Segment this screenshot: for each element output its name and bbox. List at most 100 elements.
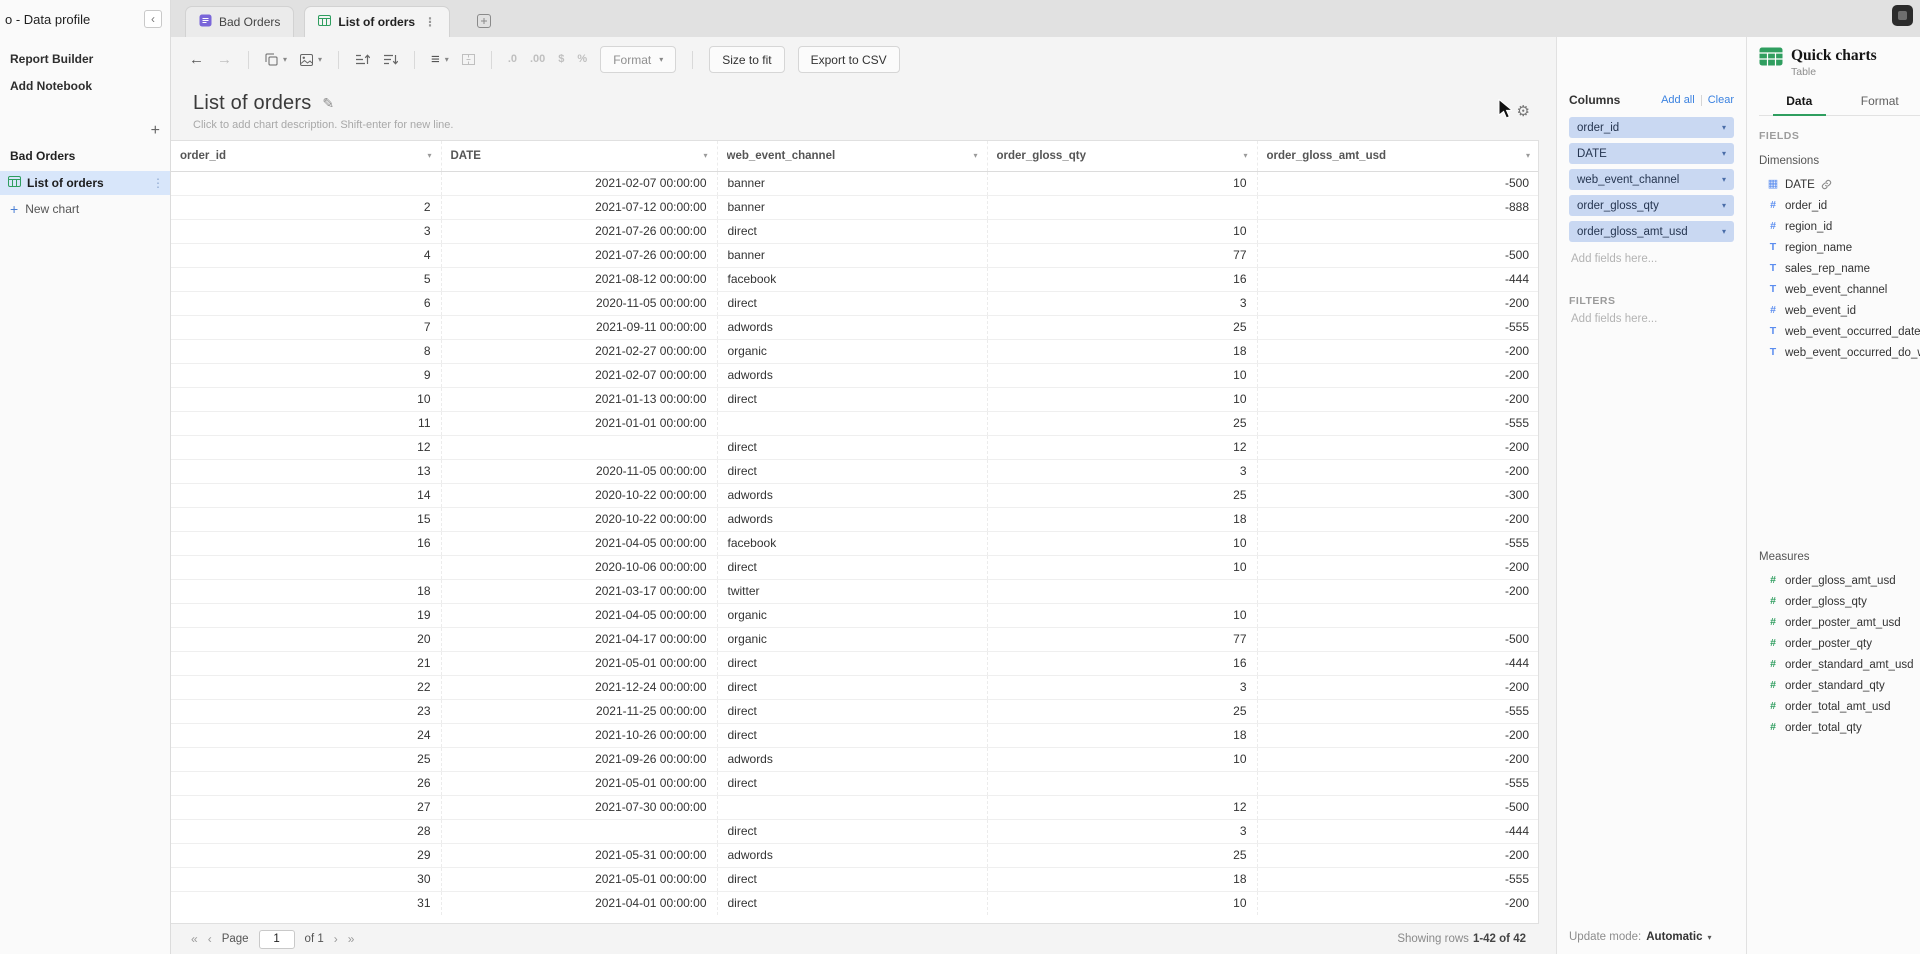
column-pill[interactable]: web_event_channel ▾ (1569, 169, 1734, 190)
prev-page-button[interactable]: ‹ (208, 932, 212, 946)
cell-date[interactable]: 2021-08-12 00:00:00 (441, 267, 717, 291)
table-row[interactable]: 28 direct 3 -444 (171, 819, 1539, 843)
cell-order-id[interactable] (171, 171, 441, 195)
add-page-button[interactable]: + (151, 123, 160, 139)
table-row[interactable]: 23 2021-11-25 00:00:00 direct 25 -555 (171, 699, 1539, 723)
cell-date[interactable]: 2021-01-13 00:00:00 (441, 387, 717, 411)
cell-web-event-channel[interactable]: direct (717, 555, 987, 579)
element-description-placeholder[interactable]: Click to add chart description. Shift-en… (193, 119, 1556, 131)
cell-date[interactable]: 2020-10-22 00:00:00 (441, 483, 717, 507)
cell-order-gloss-qty[interactable]: 10 (987, 747, 1257, 771)
table-row[interactable]: 12 direct 12 -200 (171, 435, 1539, 459)
cell-date[interactable]: 2021-05-01 00:00:00 (441, 867, 717, 891)
cell-order-id[interactable]: 26 (171, 771, 441, 795)
next-page-button[interactable]: › (334, 932, 338, 946)
cell-web-event-channel[interactable]: direct (717, 891, 987, 915)
cell-order-id[interactable]: 5 (171, 267, 441, 291)
cell-web-event-channel[interactable]: direct (717, 675, 987, 699)
tab-menu-icon[interactable]: ⋮ (424, 15, 436, 29)
cell-web-event-channel[interactable]: direct (717, 387, 987, 411)
table-row[interactable]: 31 2021-04-01 00:00:00 direct 10 -200 (171, 891, 1539, 915)
cell-order-gloss-qty[interactable]: 18 (987, 867, 1257, 891)
cell-web-event-channel[interactable]: direct (717, 219, 987, 243)
cell-order-id[interactable]: 10 (171, 387, 441, 411)
column-pill[interactable]: order_gloss_amt_usd ▾ (1569, 221, 1734, 242)
update-mode-dropdown[interactable]: Automatic (1646, 931, 1702, 943)
cell-order-id[interactable]: 22 (171, 675, 441, 699)
decrease-decimal-button[interactable]: .0 (508, 54, 517, 65)
add-all-link[interactable]: Add all (1661, 94, 1695, 106)
column-menu-caret-icon[interactable]: ▾ (1243, 151, 1247, 160)
cell-date[interactable]: 2021-05-01 00:00:00 (441, 651, 717, 675)
field-item[interactable]: DATE (1767, 174, 1920, 195)
cell-order-gloss-amt-usd[interactable]: -200 (1257, 891, 1539, 915)
cell-date[interactable]: 2021-09-11 00:00:00 (441, 315, 717, 339)
cell-order-id[interactable]: 7 (171, 315, 441, 339)
cell-order-gloss-qty[interactable] (987, 195, 1257, 219)
cell-date[interactable]: 2021-04-01 00:00:00 (441, 891, 717, 915)
cell-order-gloss-qty[interactable]: 18 (987, 723, 1257, 747)
cell-order-gloss-amt-usd[interactable]: -555 (1257, 699, 1539, 723)
sidebar-folder-bad-orders[interactable]: Bad Orders (10, 149, 160, 163)
cell-order-id[interactable]: 19 (171, 603, 441, 627)
table-row[interactable]: 7 2021-09-11 00:00:00 adwords 25 -555 (171, 315, 1539, 339)
pill-menu-caret-icon[interactable]: ▾ (1722, 123, 1726, 132)
cell-web-event-channel[interactable]: direct (717, 699, 987, 723)
duplicate-button[interactable]: ▾ (265, 53, 287, 66)
cell-order-gloss-amt-usd[interactable]: -500 (1257, 171, 1539, 195)
cell-date[interactable]: 2020-10-22 00:00:00 (441, 507, 717, 531)
field-item[interactable]: order_poster_amt_usd (1767, 612, 1920, 633)
cell-web-event-channel[interactable]: direct (717, 435, 987, 459)
cell-date[interactable]: 2021-03-17 00:00:00 (441, 579, 717, 603)
table-row[interactable]: 20 2021-04-17 00:00:00 organic 77 -500 (171, 627, 1539, 651)
cell-web-event-channel[interactable]: direct (717, 819, 987, 843)
tab-data[interactable]: Data (1759, 88, 1840, 115)
table-row[interactable]: 3 2021-07-26 00:00:00 direct 10 (171, 219, 1539, 243)
first-page-button[interactable]: « (191, 932, 198, 946)
cell-date[interactable]: 2020-11-05 00:00:00 (441, 459, 717, 483)
column-pill[interactable]: DATE ▾ (1569, 143, 1734, 164)
cell-order-gloss-amt-usd[interactable]: -444 (1257, 267, 1539, 291)
element-title[interactable]: List of orders (193, 92, 311, 115)
cell-date[interactable]: 2021-04-17 00:00:00 (441, 627, 717, 651)
cell-web-event-channel[interactable]: facebook (717, 267, 987, 291)
cell-order-gloss-qty[interactable]: 10 (987, 603, 1257, 627)
cell-order-gloss-amt-usd[interactable]: -500 (1257, 627, 1539, 651)
table-row[interactable]: 29 2021-05-31 00:00:00 adwords 25 -200 (171, 843, 1539, 867)
field-item[interactable]: order_total_qty (1767, 717, 1920, 738)
cell-web-event-channel[interactable] (717, 411, 987, 435)
export-csv-button[interactable]: Export to CSV (798, 46, 900, 73)
cell-web-event-channel[interactable] (717, 795, 987, 819)
cell-web-event-channel[interactable]: twitter (717, 579, 987, 603)
sidebar-collapse-button[interactable]: ‹ (144, 10, 162, 28)
cell-web-event-channel[interactable]: organic (717, 627, 987, 651)
cell-date[interactable]: 2021-10-26 00:00:00 (441, 723, 717, 747)
column-menu-caret-icon[interactable]: ▾ (1526, 151, 1530, 160)
merge-cells-button[interactable] (462, 54, 475, 65)
cell-web-event-channel[interactable]: direct (717, 723, 987, 747)
cell-date[interactable]: 2021-05-31 00:00:00 (441, 843, 717, 867)
cell-order-gloss-amt-usd[interactable]: -555 (1257, 771, 1539, 795)
table-row[interactable]: 19 2021-04-05 00:00:00 organic 10 (171, 603, 1539, 627)
cell-web-event-channel[interactable]: organic (717, 339, 987, 363)
cell-order-gloss-qty[interactable]: 10 (987, 363, 1257, 387)
format-dropdown[interactable]: Format▾ (600, 46, 676, 73)
field-item[interactable]: region_name (1767, 237, 1920, 258)
cell-order-gloss-amt-usd[interactable]: -300 (1257, 483, 1539, 507)
cell-order-id[interactable] (171, 555, 441, 579)
column-menu-caret-icon[interactable]: ▾ (427, 151, 431, 160)
cell-date[interactable]: 2021-09-26 00:00:00 (441, 747, 717, 771)
cell-date[interactable]: 2020-11-05 00:00:00 (441, 291, 717, 315)
field-item[interactable]: web_event_occurred_do_w_n (1767, 342, 1920, 363)
field-item[interactable]: order_total_amt_usd (1767, 696, 1920, 717)
cell-web-event-channel[interactable]: banner (717, 195, 987, 219)
cell-date[interactable] (441, 435, 717, 459)
last-page-button[interactable]: » (348, 932, 355, 946)
field-item[interactable]: order_gloss_qty (1767, 591, 1920, 612)
cell-order-gloss-qty[interactable]: 25 (987, 483, 1257, 507)
copy-as-image-button[interactable]: ▾ (300, 54, 322, 66)
table-row[interactable]: 10 2021-01-13 00:00:00 direct 10 -200 (171, 387, 1539, 411)
add-notebook-link[interactable]: Add Notebook (10, 79, 160, 93)
cell-order-gloss-amt-usd[interactable]: -200 (1257, 579, 1539, 603)
cell-date[interactable]: 2021-05-01 00:00:00 (441, 771, 717, 795)
